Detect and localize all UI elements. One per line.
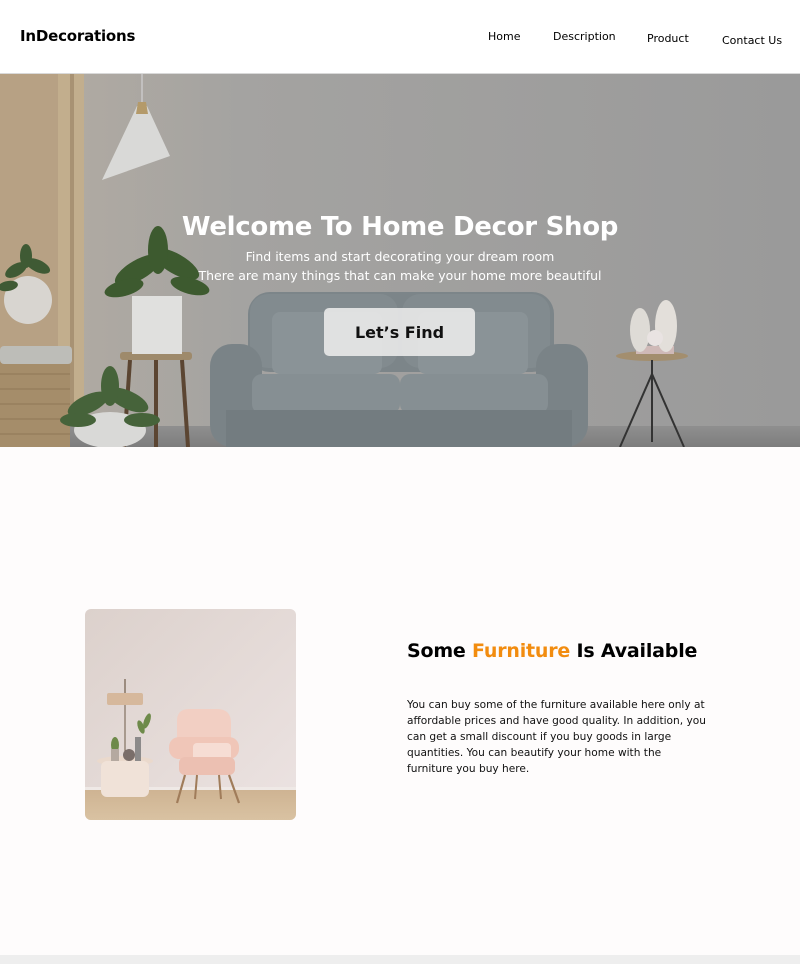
hero-subtitle-line-2: There are many things that can make your… [198,268,602,283]
nav-contact-link[interactable]: Contact Us [722,34,782,47]
hero-banner: Welcome To Home Decor Shop Find items an… [0,74,800,447]
footer-strip [0,955,800,964]
site-logo[interactable]: InDecorations [20,27,135,45]
nav-description-link[interactable]: Description [553,30,616,43]
furniture-image [85,609,296,820]
feature-heading: Some Furniture Is Available [407,640,697,662]
armchair-photo [85,609,296,820]
feature-description: You can buy some of the furniture availa… [407,699,706,775]
nav-product-link[interactable]: Product [647,32,689,45]
site-header: InDecorations Home Description Product C… [0,0,800,74]
feature-heading-suffix: Is Available [576,640,698,662]
lets-find-button[interactable]: Let’s Find [324,308,475,356]
feature-heading-accent: Furniture [472,640,571,662]
hero-subtitle-line-1: Find items and start decorating your dre… [245,249,555,264]
feature-heading-prefix: Some [407,640,466,662]
hero-title: Welcome To Home Decor Shop [181,212,619,242]
nav-home-link[interactable]: Home [488,30,520,43]
